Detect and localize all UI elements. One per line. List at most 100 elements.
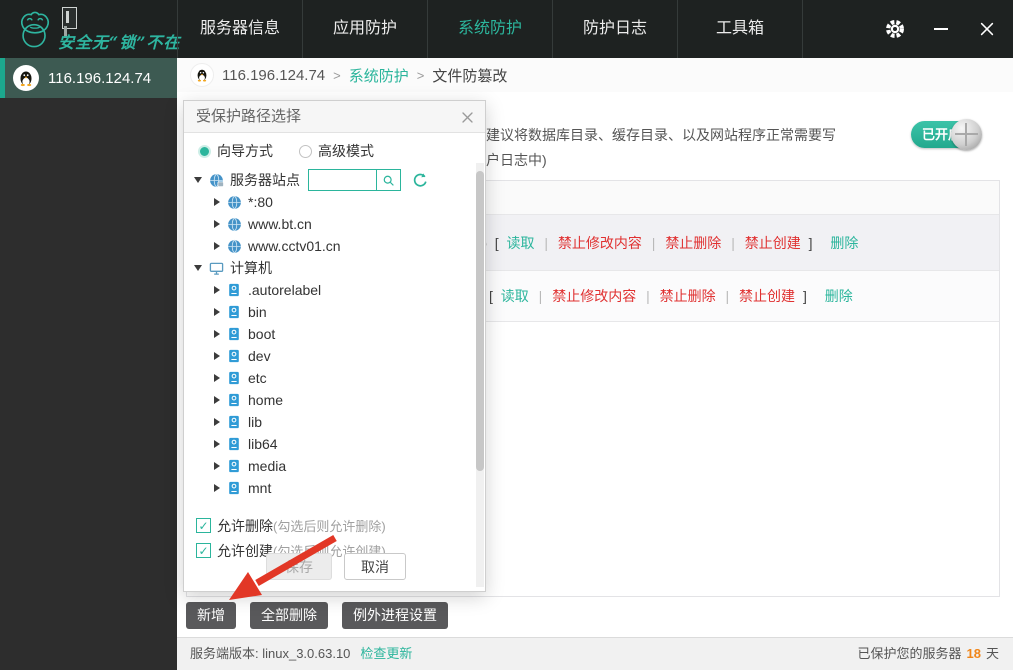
breadcrumb: 116.196.124.74 > 系统防护 > 文件防篡改: [177, 58, 1013, 93]
search-icon[interactable]: [376, 170, 400, 190]
collapse-arrow-icon[interactable]: [194, 265, 202, 271]
tree-item-label: lib: [248, 414, 263, 430]
radio-selected-icon[interactable]: [198, 144, 211, 158]
save-button[interactable]: 保存: [266, 553, 332, 580]
tree-item-site[interactable]: www.bt.cn: [184, 213, 485, 235]
expand-arrow-icon[interactable]: [214, 242, 220, 250]
allow-delete-checkbox[interactable]: 允许删除 (勾选后则允许删除): [196, 513, 485, 538]
bracket: ]: [808, 234, 813, 251]
perm-no-modify-link[interactable]: 禁止修改内容: [552, 288, 636, 304]
protection-toggle[interactable]: 已开启: [911, 119, 982, 150]
dialog-scrollbar[interactable]: [476, 163, 484, 587]
nav-system-protection[interactable]: 系统防护: [428, 0, 553, 58]
nav-server-info[interactable]: 服务器信息: [177, 0, 303, 58]
toggle-knob-icon[interactable]: [951, 119, 982, 150]
expand-arrow-icon[interactable]: [214, 286, 220, 294]
exception-process-settings-button[interactable]: 例外进程设置: [342, 602, 448, 629]
expand-arrow-icon[interactable]: [214, 462, 220, 470]
nav-app-protection[interactable]: 应用防护: [303, 0, 428, 58]
breadcrumb-separator: >: [416, 67, 425, 83]
perm-no-delete-link[interactable]: 禁止删除: [665, 235, 721, 251]
disk-icon: [226, 392, 242, 408]
expand-arrow-icon[interactable]: [214, 220, 220, 228]
tree-item-dir[interactable]: bin: [184, 301, 485, 323]
tree-item-label: media: [248, 458, 287, 474]
nav-protection-logs[interactable]: 防护日志: [553, 0, 678, 58]
expand-arrow-icon[interactable]: [214, 330, 220, 338]
add-button[interactable]: 新增: [186, 602, 236, 629]
tree-item-dir[interactable]: home: [184, 389, 485, 411]
settings-gear-icon[interactable]: [883, 17, 907, 41]
site-search-input[interactable]: [309, 171, 376, 189]
tree-item-dir[interactable]: lib: [184, 411, 485, 433]
brand-slogan: 安全无“锁”不在: [58, 33, 181, 52]
radio-unselected-icon[interactable]: [299, 144, 312, 158]
dialog-close-icon[interactable]: [457, 107, 477, 127]
perm-read-link[interactable]: 读取: [501, 288, 529, 304]
dialog-header: 受保护路径选择: [184, 101, 485, 133]
tree-item-dir[interactable]: lib64: [184, 433, 485, 455]
scrollbar-thumb[interactable]: [476, 171, 484, 471]
globe-icon: [226, 216, 242, 232]
intro-text-line1: 建议将数据库目录、缓存目录、以及网站程序正常需要写: [486, 127, 836, 143]
expand-arrow-icon[interactable]: [214, 440, 220, 448]
expand-arrow-icon[interactable]: [214, 418, 220, 426]
tree-root-label: 计算机: [230, 260, 272, 276]
mode-wizard-radio[interactable]: 向导方式: [198, 141, 273, 161]
refresh-icon[interactable]: [412, 172, 429, 189]
tree-item-label: dev: [248, 348, 271, 364]
expand-arrow-icon[interactable]: [214, 484, 220, 492]
site-search-box: [308, 169, 401, 191]
delete-all-button[interactable]: 全部删除: [250, 602, 328, 629]
checkbox-checked-icon[interactable]: [196, 518, 211, 533]
tree-item-site[interactable]: *:80: [184, 191, 485, 213]
tree-item-dir[interactable]: etc: [184, 367, 485, 389]
nav-toolbox[interactable]: 工具箱: [678, 0, 803, 58]
tree-root-sites[interactable]: 服务器站点: [184, 169, 485, 191]
app-logo: 安全无“锁”不在: [12, 3, 179, 55]
tree-item-dir[interactable]: .autorelabel: [184, 279, 485, 301]
delete-row-link[interactable]: 删除: [825, 288, 853, 304]
expand-arrow-icon[interactable]: [214, 374, 220, 382]
tree-item-dir[interactable]: dev: [184, 345, 485, 367]
tree-item-dir[interactable]: boot: [184, 323, 485, 345]
cancel-button[interactable]: 取消: [344, 553, 406, 580]
tree-item-label: bin: [248, 304, 267, 320]
sidebar-item-server[interactable]: 116.196.124.74: [0, 58, 177, 98]
close-button[interactable]: [975, 17, 999, 41]
breadcrumb-section[interactable]: 系统防护: [349, 65, 409, 86]
expand-arrow-icon[interactable]: [214, 198, 220, 206]
expand-arrow-icon[interactable]: [214, 352, 220, 360]
delete-row-link[interactable]: 删除: [830, 235, 858, 251]
perm-no-delete-link[interactable]: 禁止删除: [660, 288, 716, 304]
globe-icon: [226, 194, 242, 210]
server-sidebar: 116.196.124.74: [0, 58, 177, 670]
tree-root-computer[interactable]: 计算机: [184, 257, 485, 279]
minimize-button[interactable]: [929, 17, 953, 41]
tree-item-dir[interactable]: media: [184, 455, 485, 477]
mode-advanced-radio[interactable]: 高级模式: [299, 141, 374, 161]
protected-days-prefix: 已保护您的服务器: [857, 646, 962, 661]
protected-path-dialog: 受保护路径选择 向导方式 高级模式 服务器站点 *:80 www.bt.cn w…: [183, 100, 486, 592]
bracket: [: [494, 234, 499, 251]
disk-icon: [226, 348, 242, 364]
perm-no-modify-link[interactable]: 禁止修改内容: [558, 235, 642, 251]
collapse-arrow-icon[interactable]: [194, 177, 202, 183]
tree-item-label: etc: [248, 370, 267, 386]
perm-read-link[interactable]: 读取: [506, 235, 534, 251]
expand-arrow-icon[interactable]: [214, 308, 220, 316]
disk-icon: [226, 326, 242, 342]
perm-no-create-link[interactable]: 禁止创建: [745, 235, 801, 251]
table-actions: 新增 全部删除 例外进程设置: [186, 602, 448, 629]
tree-item-site[interactable]: www.cctv01.cn: [184, 235, 485, 257]
window-controls: [883, 0, 999, 58]
expand-arrow-icon[interactable]: [214, 396, 220, 404]
bracket: ]: [802, 288, 807, 304]
tree-item-label: www.bt.cn: [248, 216, 312, 232]
tree-item-dir[interactable]: mnt: [184, 477, 485, 499]
check-update-link[interactable]: 检查更新: [360, 638, 412, 670]
disk-icon: [226, 414, 242, 430]
tree-item-label: lib64: [248, 436, 278, 452]
perm-no-create-link[interactable]: 禁止创建: [739, 288, 795, 304]
disk-icon: [226, 458, 242, 474]
